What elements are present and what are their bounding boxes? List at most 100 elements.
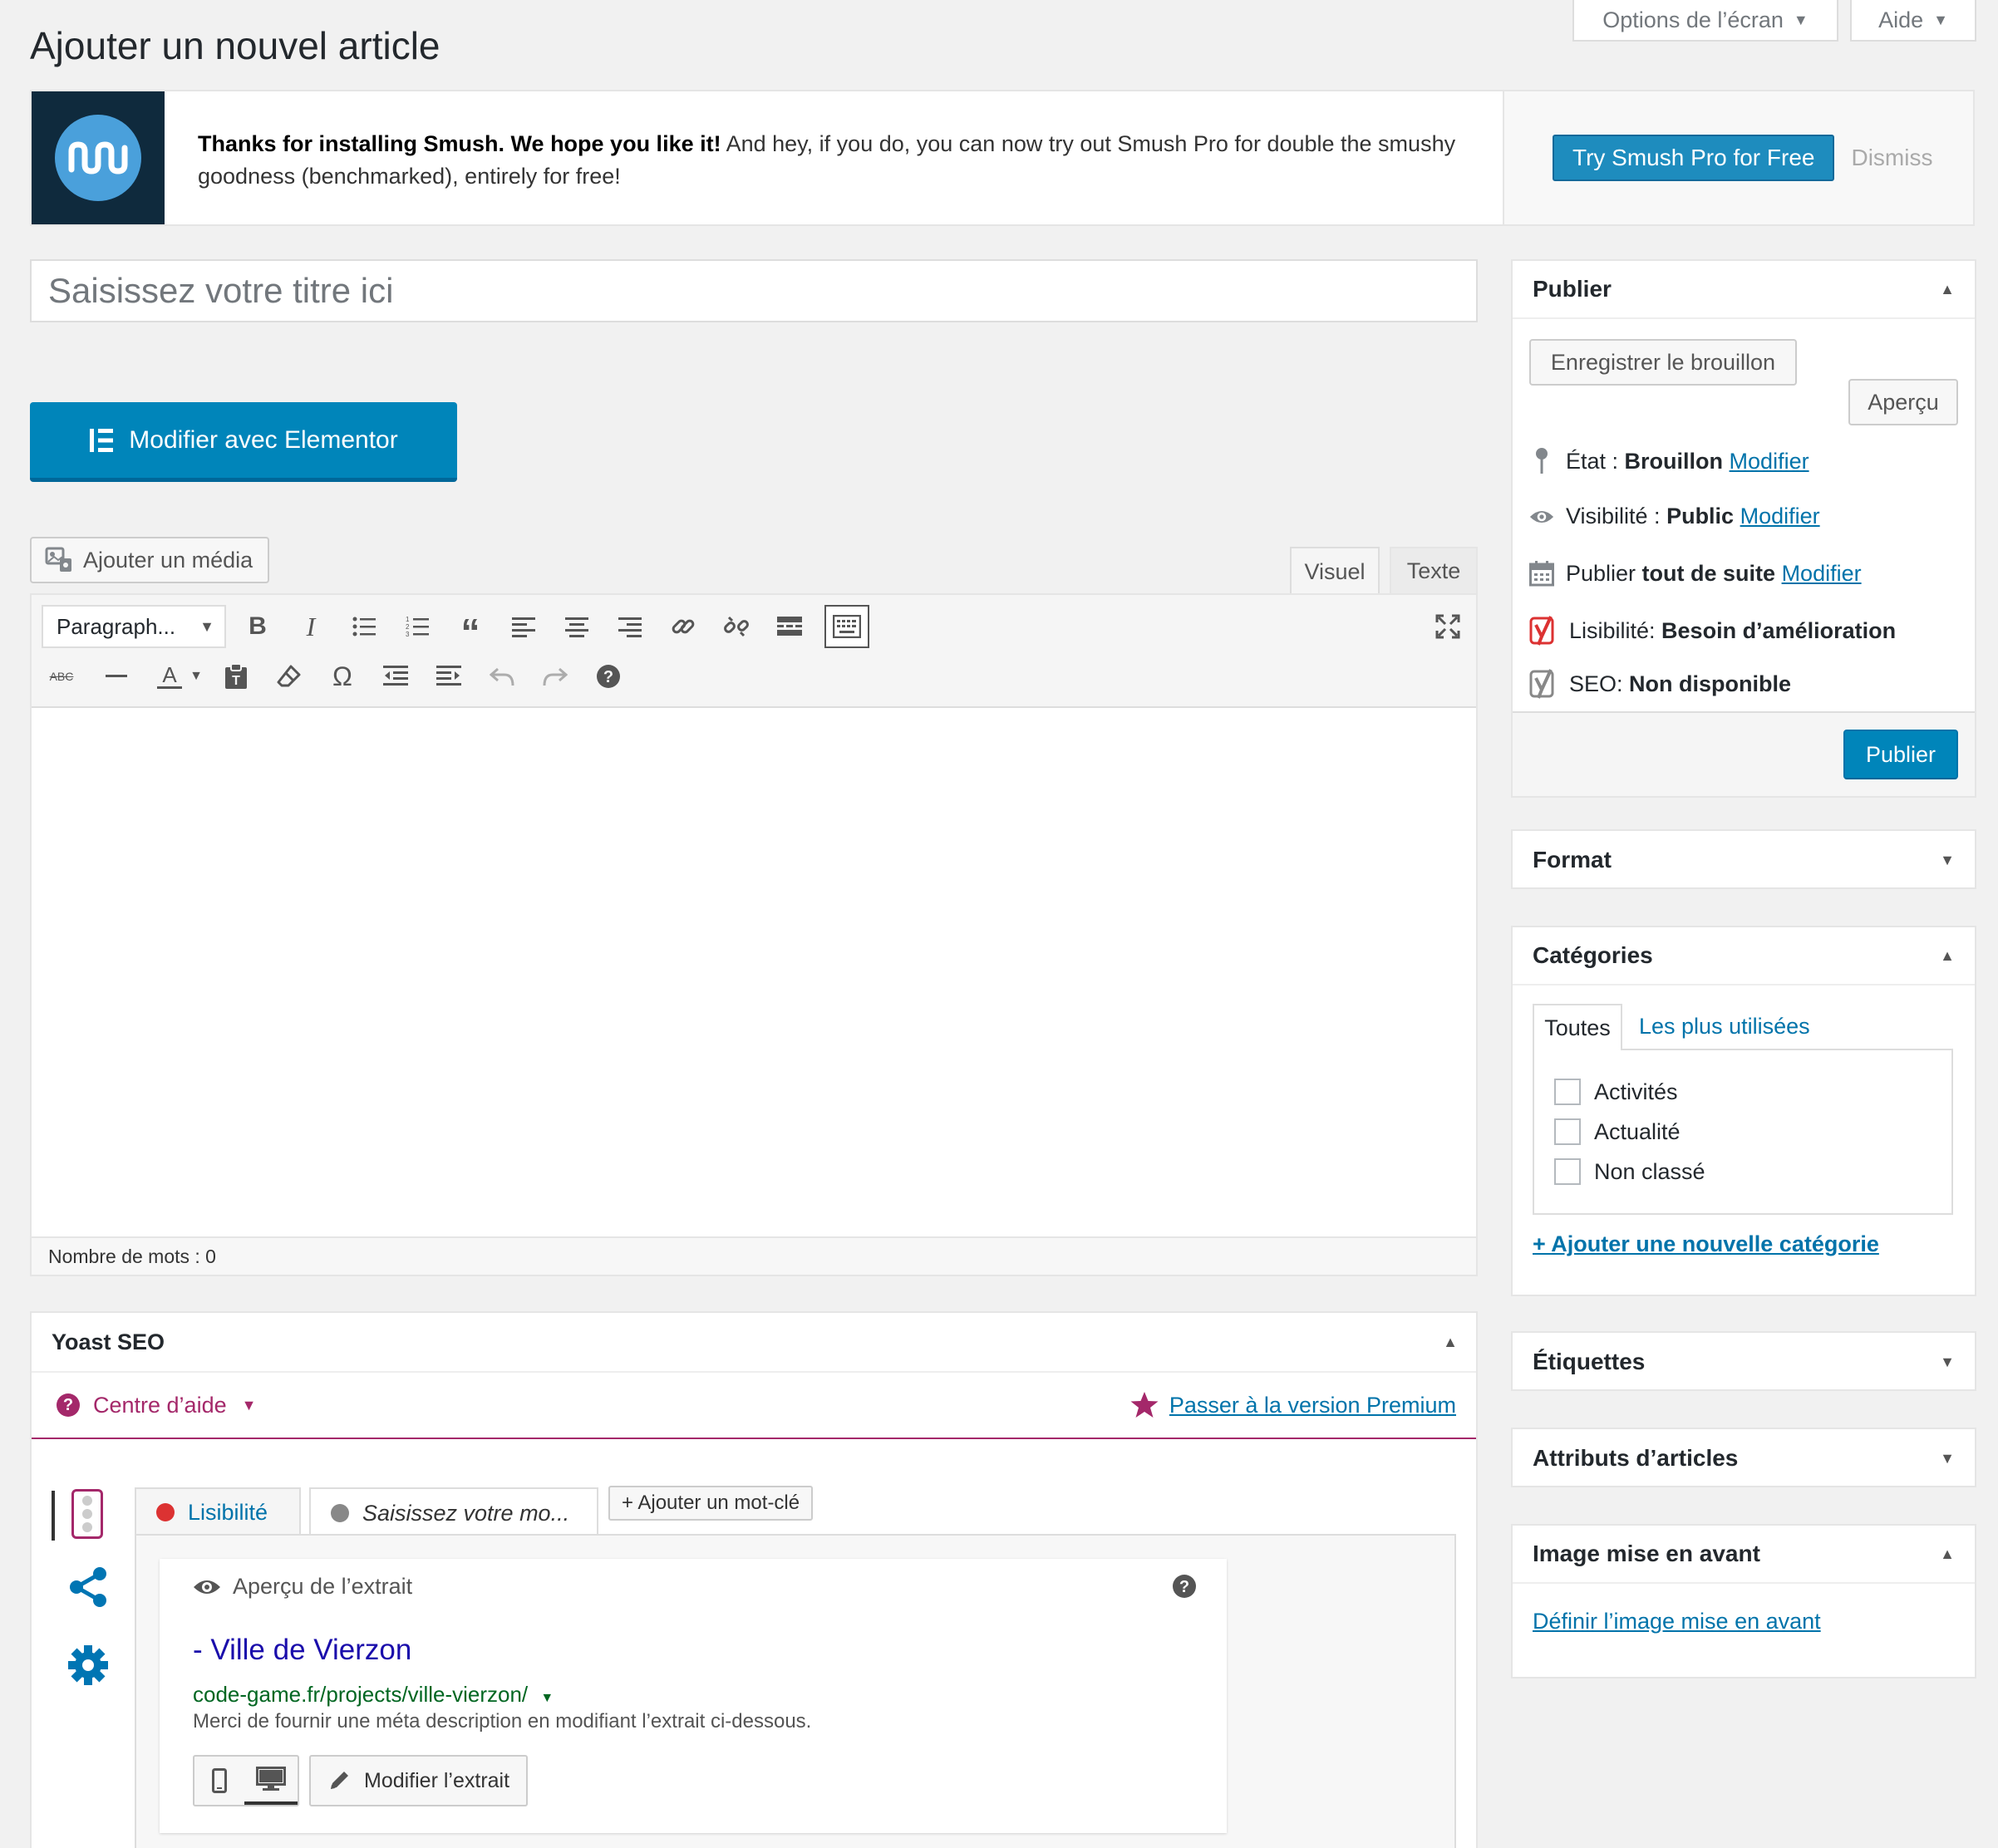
horizontal-line-icon[interactable] [98,658,135,695]
text-color-dropdown-icon[interactable]: ▼ [185,658,208,695]
categories-box-header[interactable]: Catégories ▲ [1513,927,1975,985]
align-center-icon[interactable] [559,608,595,645]
special-character-icon[interactable]: Ω [324,658,361,695]
indent-icon[interactable] [431,658,467,695]
category-checkbox[interactable] [1554,1158,1581,1185]
text-color-icon[interactable]: A [151,658,188,695]
category-checkbox[interactable] [1554,1079,1581,1105]
premium-upgrade-link[interactable]: Passer à la version Premium [1169,1393,1456,1418]
publish-box-header[interactable]: Publier ▲ [1513,261,1975,319]
expand-down-icon[interactable]: ▼ [1940,852,1955,869]
caret-down-icon[interactable]: ▼ [242,1397,257,1414]
publish-button[interactable]: Publier [1843,730,1958,779]
paste-text-icon[interactable]: T [218,658,254,695]
add-category-link[interactable]: + Ajouter une nouvelle catégorie [1533,1231,1879,1257]
tab-readability[interactable]: Lisibilité [135,1487,301,1536]
eye-icon [1529,508,1554,526]
help-icon[interactable]: ? [1172,1574,1197,1599]
tab-keyword[interactable]: Saisissez votre mo... [309,1487,598,1537]
visibility-label: Visibilité : [1566,504,1667,528]
post-title-input[interactable]: Saisissez votre titre ici [30,259,1478,322]
blockquote-icon[interactable]: “ [452,608,489,651]
readability-value: Besoin d’amélioration [1661,617,1897,643]
editor-content-area[interactable] [32,708,1476,1207]
format-box: Format ▼ [1511,829,1976,889]
fullscreen-icon[interactable] [1430,608,1466,645]
outdent-icon[interactable] [377,658,414,695]
italic-icon[interactable]: I [293,608,329,645]
snippet-title[interactable]: - Ville de Vierzon [193,1634,411,1667]
desktop-preview-icon[interactable] [244,1757,298,1805]
calendar-icon [1529,560,1554,587]
edit-schedule-link[interactable]: Modifier [1782,561,1862,586]
collapse-up-icon[interactable]: ▲ [1940,947,1955,965]
yoast-red-icon [1529,615,1558,646]
undo-icon[interactable] [484,658,520,695]
gray-status-dot [331,1504,349,1522]
screen-options-label: Options de l’écran [1602,7,1784,32]
unlink-icon[interactable] [718,608,755,645]
clear-formatting-icon[interactable] [271,658,308,695]
link-icon[interactable] [665,608,701,645]
bold-icon[interactable]: B [239,608,276,645]
categories-box: Catégories ▲ Toutes Les plus utilisées A… [1511,926,1976,1296]
seo-label: SEO: [1569,671,1630,696]
gear-icon[interactable] [66,1644,110,1687]
edit-snippet-button[interactable]: Modifier l’extrait [309,1755,529,1806]
edit-visibility-link[interactable]: Modifier [1740,504,1820,528]
format-box-header[interactable]: Format ▼ [1513,831,1975,889]
yoast-header[interactable]: Yoast SEO ▲ [32,1313,1476,1373]
strikethrough-icon[interactable]: ABC [43,658,80,695]
tab-most-used-categories[interactable]: Les plus utilisées [1639,1014,1810,1040]
categories-box-title: Catégories [1533,942,1653,968]
bullet-list-icon[interactable] [346,608,382,645]
tags-box: Étiquettes ▼ [1511,1331,1976,1391]
toolbar-toggle-icon[interactable] [824,605,869,648]
category-item[interactable]: Activités [1554,1079,1678,1105]
category-item[interactable]: Non classé [1554,1158,1705,1185]
help-center-toggle[interactable]: Centre d’aide [93,1393,227,1418]
try-smush-pro-button[interactable]: Try Smush Pro for Free [1553,135,1835,181]
tags-box-header[interactable]: Étiquettes ▼ [1513,1333,1975,1391]
expand-down-icon[interactable]: ▼ [1940,1354,1955,1371]
add-keyword-button[interactable]: + Ajouter un mot-clé [608,1486,814,1521]
pin-icon [1529,447,1554,475]
traffic-light-icon[interactable] [71,1489,103,1539]
category-item[interactable]: Actualité [1554,1118,1681,1145]
caret-down-icon: ▼ [1933,11,1948,28]
post-attributes-box-header[interactable]: Attributs d’articles ▼ [1513,1429,1975,1487]
collapse-up-icon[interactable]: ▲ [1940,1546,1955,1563]
read-more-icon[interactable] [771,608,808,645]
collapse-up-icon[interactable]: ▲ [1443,1334,1458,1351]
add-media-button[interactable]: Ajouter un média [30,537,269,583]
numbered-list-icon[interactable]: 123 [399,608,436,645]
share-icon[interactable] [66,1565,110,1609]
set-featured-image-link[interactable]: Définir l’image mise en avant [1533,1609,1821,1634]
dismiss-link[interactable]: Dismiss [1851,145,1932,171]
schedule-row: Publier tout de suite Modifier [1529,560,1862,587]
collapse-up-icon[interactable]: ▲ [1940,281,1955,298]
device-toggle-group [193,1755,299,1806]
screen-options-button[interactable]: Options de l’écran ▼ [1572,0,1838,42]
preview-button[interactable]: Aperçu [1848,379,1958,425]
tab-all-categories[interactable]: Toutes [1533,1004,1622,1050]
mobile-preview-icon[interactable] [194,1757,244,1805]
align-left-icon[interactable] [505,608,542,645]
format-select[interactable]: Paragraph... ▼ [42,605,226,648]
help-button[interactable]: Aide ▼ [1850,0,1976,42]
category-checkbox[interactable] [1554,1118,1581,1145]
expand-down-icon[interactable]: ▼ [1940,1450,1955,1467]
tab-visual[interactable]: Visuel [1290,547,1380,595]
snippet-description[interactable]: Merci de fournir une méta description en… [193,1710,811,1733]
tab-text[interactable]: Texte [1390,547,1478,593]
edit-with-elementor-button[interactable]: Modifier avec Elementor [30,402,457,482]
redo-icon[interactable] [537,658,573,695]
edit-status-link[interactable]: Modifier [1730,449,1809,474]
yoast-panel: Aperçu de l’extrait ? - Ville de Vierzon… [135,1534,1456,1848]
featured-image-box-header[interactable]: Image mise en avant ▲ [1513,1526,1975,1584]
save-draft-button[interactable]: Enregistrer le brouillon [1529,339,1797,386]
publish-actions: Publier [1513,711,1975,796]
align-right-icon[interactable] [612,608,648,645]
snippet-heading: Aperçu de l’extrait [233,1574,413,1599]
keyboard-shortcuts-help-icon[interactable]: ? [590,658,627,695]
